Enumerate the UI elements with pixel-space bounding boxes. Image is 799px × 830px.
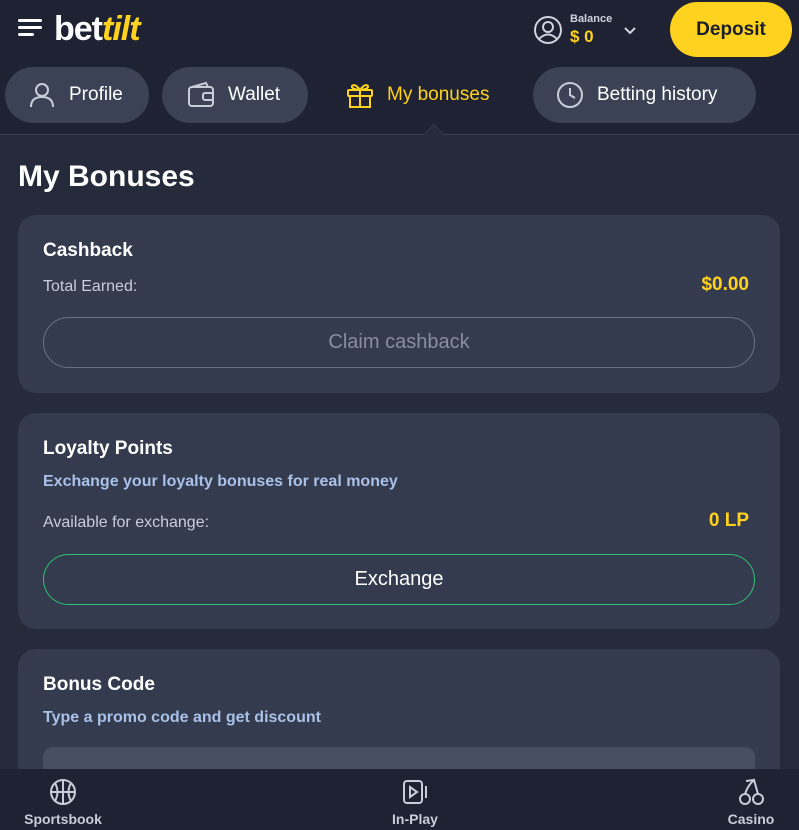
- total-earned-label: Total Earned:: [43, 278, 138, 295]
- bottom-nav: Sportsbook In-Play Casino: [0, 769, 799, 830]
- nav-label: In-Play: [392, 811, 438, 827]
- total-earned-value: $0.00: [701, 274, 749, 295]
- tab-profile[interactable]: Profile: [5, 67, 149, 123]
- loyalty-subtitle: Exchange your loyalty bonuses for real m…: [43, 473, 398, 490]
- nav-label: Sportsbook: [24, 811, 102, 827]
- nav-label: Casino: [727, 811, 775, 827]
- user-circle-icon: [534, 16, 562, 44]
- logo-part-tilt: tilt: [102, 10, 141, 48]
- play-icon: [403, 780, 427, 804]
- clock-icon: [557, 82, 583, 108]
- tab-label: Wallet: [228, 84, 281, 105]
- tab-label: My bonuses: [387, 84, 490, 105]
- bonus-code-title: Bonus Code: [43, 674, 155, 695]
- page-title: My Bonuses: [18, 160, 195, 193]
- tab-label: Profile: [69, 84, 123, 105]
- user-icon: [30, 83, 54, 108]
- cherries-icon: [739, 778, 764, 805]
- deposit-button[interactable]: Deposit: [670, 2, 792, 57]
- basketball-icon: [50, 779, 76, 805]
- loyalty-card: Loyalty Points Exchange your loyalty bon…: [18, 413, 780, 629]
- nav-casino[interactable]: Casino: [720, 769, 782, 830]
- loyalty-title: Loyalty Points: [43, 438, 173, 459]
- header: bettilt Balance $ 0 Deposit Profile Wall…: [0, 0, 799, 135]
- available-label: Available for exchange:: [43, 514, 210, 531]
- exchange-button[interactable]: Exchange: [43, 554, 755, 605]
- tab-wallet[interactable]: Wallet: [162, 67, 308, 123]
- available-value: 0 LP: [708, 510, 749, 531]
- chevron-down-icon: [624, 27, 636, 35]
- gift-icon: [347, 84, 373, 108]
- balance-label: Balance: [570, 13, 613, 25]
- nav-in-play[interactable]: In-Play: [380, 769, 450, 830]
- logo[interactable]: bettilt: [54, 10, 141, 49]
- wallet-icon: [188, 81, 214, 107]
- bonus-code-subtitle: Type a promo code and get discount: [43, 709, 321, 726]
- nav-sportsbook[interactable]: Sportsbook: [20, 769, 106, 830]
- logo-part-bet: bet: [54, 10, 103, 48]
- menu-icon[interactable]: [18, 18, 44, 38]
- cashback-title: Cashback: [43, 240, 133, 261]
- active-tab-indicator: [423, 124, 445, 135]
- balance-dropdown[interactable]: Balance $ 0: [533, 10, 643, 50]
- balance-value: $ 0: [570, 27, 594, 46]
- tab-label: Betting history: [597, 84, 718, 105]
- tab-my-bonuses[interactable]: My bonuses: [330, 67, 520, 123]
- cashback-card: Cashback Total Earned: $0.00 Claim cashb…: [18, 215, 780, 393]
- tab-betting-history[interactable]: Betting history: [533, 67, 756, 123]
- claim-cashback-button[interactable]: Claim cashback: [43, 317, 755, 368]
